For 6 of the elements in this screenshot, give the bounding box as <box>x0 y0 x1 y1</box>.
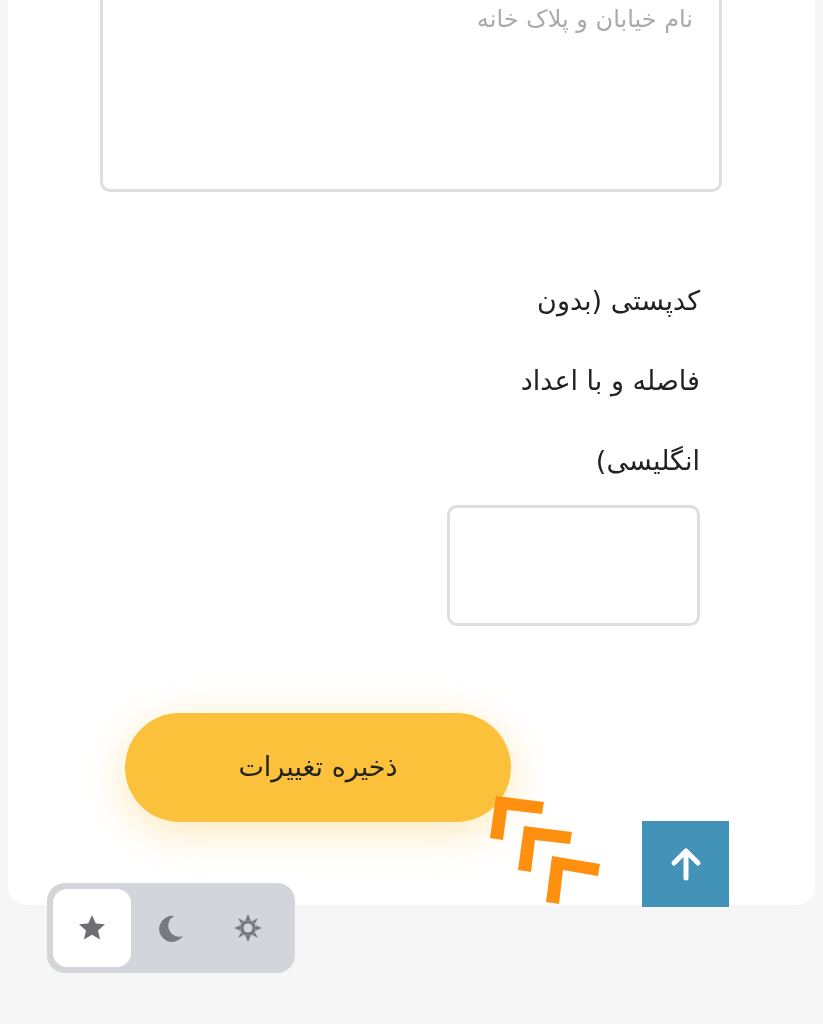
address-field[interactable]: نام خیابان و پلاک خانه <box>100 0 722 192</box>
scroll-to-top-button[interactable] <box>642 821 729 907</box>
postal-code-label: کدپستی (بدون فاصله و با اعداد انگلیسی) <box>519 284 700 478</box>
postal-code-field[interactable] <box>447 505 700 626</box>
theme-option[interactable] <box>53 889 131 967</box>
save-button[interactable]: ذخیره تغییرات <box>125 713 511 822</box>
